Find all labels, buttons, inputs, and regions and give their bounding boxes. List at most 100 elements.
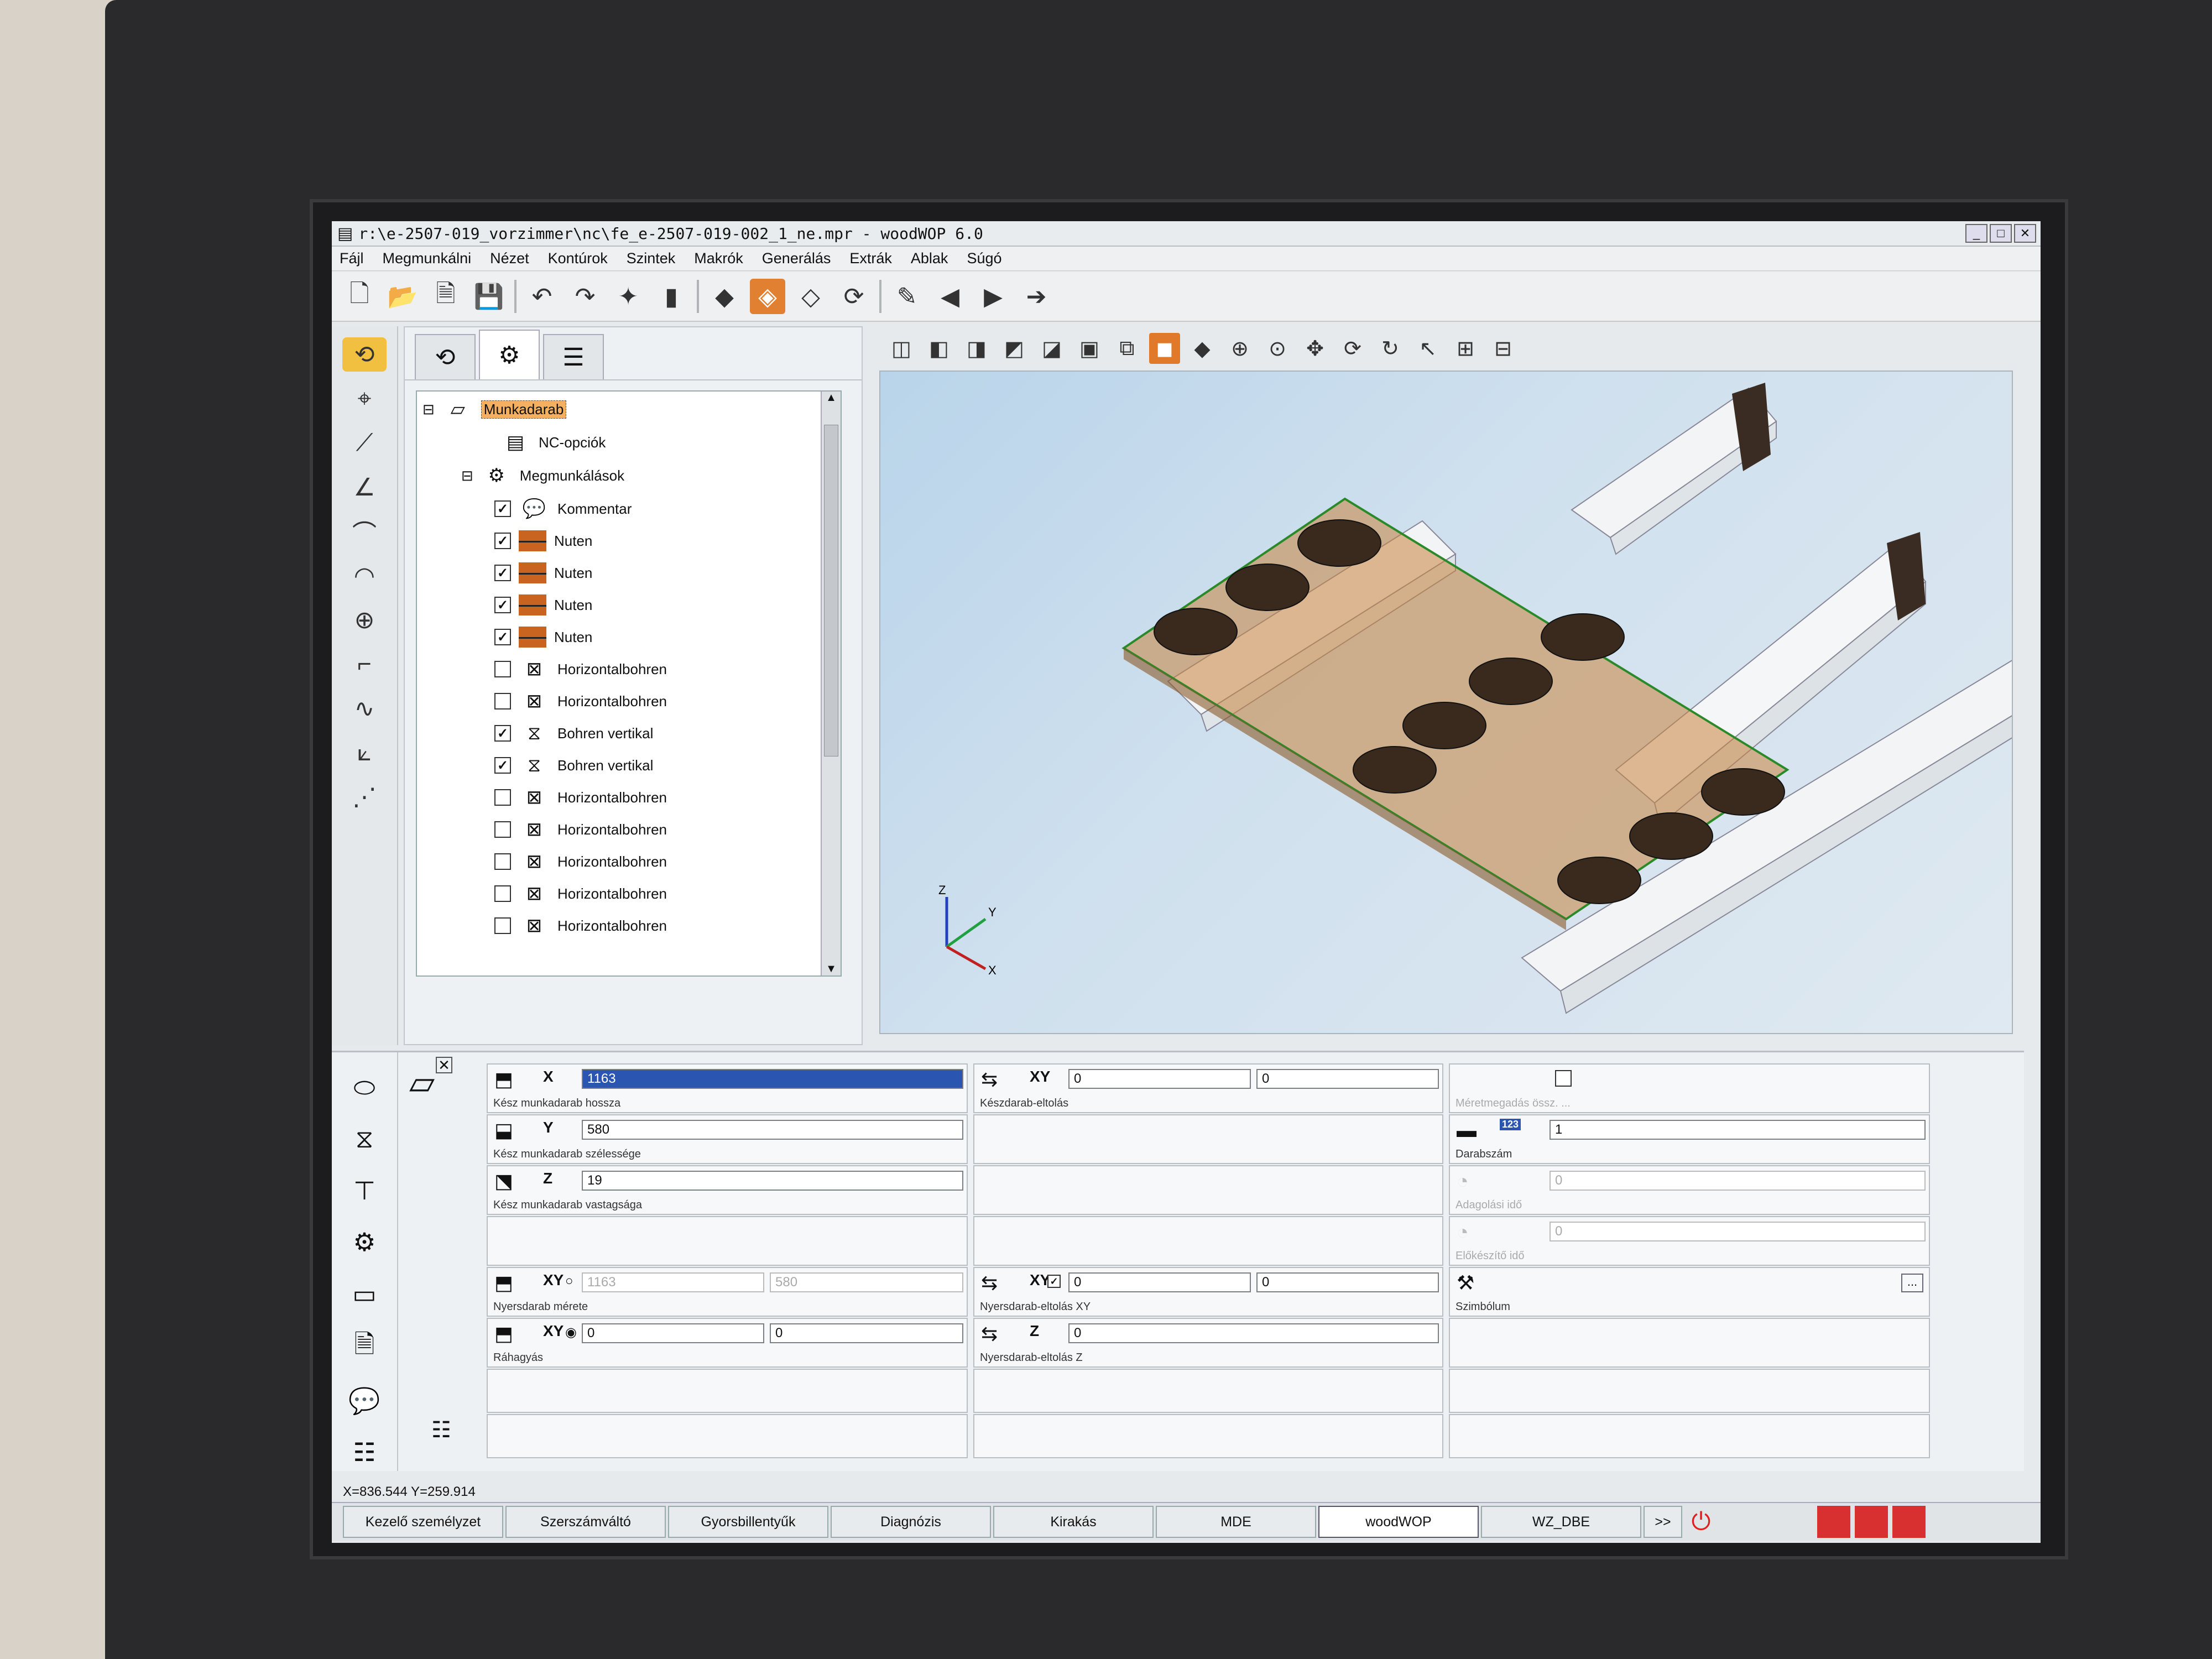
collapse-icon[interactable]: ⊟: [422, 401, 435, 418]
menu-help[interactable]: Súgó: [967, 250, 1001, 267]
menu-window[interactable]: Ablak: [911, 250, 948, 267]
raw-offset-z-input[interactable]: 0: [1068, 1323, 1439, 1343]
menu-levels[interactable]: Szintek: [627, 250, 676, 267]
tree-item-checkbox[interactable]: ✓: [494, 597, 511, 613]
scroll-thumb[interactable]: [824, 425, 838, 757]
tree-item-checkbox[interactable]: [494, 917, 511, 934]
tree-item[interactable]: ⊠ Horizontalbohren: [494, 782, 667, 813]
simulation-icon[interactable]: ⟳: [836, 279, 872, 314]
view-left-icon[interactable]: ◨: [961, 333, 992, 364]
rotate-icon[interactable]: ⟳: [1337, 333, 1368, 364]
new-file-icon[interactable]: 🗋: [342, 279, 377, 314]
new-operation-icon[interactable]: ✦: [611, 279, 646, 314]
point-icon[interactable]: ⌖: [342, 382, 387, 416]
arc-icon[interactable]: ⌒: [342, 514, 387, 549]
raw-size-x-input[interactable]: 1163: [582, 1272, 764, 1292]
tab-list[interactable]: ☰: [543, 334, 604, 379]
tree-item-checkbox[interactable]: [494, 821, 511, 838]
close-button[interactable]: ✕: [2014, 224, 2036, 243]
list-icon[interactable]: ☷: [342, 1434, 387, 1471]
forward-arrow-icon[interactable]: ➔: [1019, 279, 1054, 314]
arc-tangent-icon[interactable]: ◠: [342, 559, 387, 593]
menu-generate[interactable]: Generálás: [762, 250, 831, 267]
properties-close-icon[interactable]: ✕: [436, 1057, 452, 1073]
tree-item-checkbox[interactable]: [494, 661, 511, 677]
tree-item[interactable]: ⊠ Horizontalbohren: [494, 686, 667, 717]
pan-icon[interactable]: ✥: [1300, 333, 1331, 364]
arc-center-icon[interactable]: ⊕: [342, 603, 387, 637]
tab-operations[interactable]: ⚙: [479, 330, 540, 379]
task-unloading[interactable]: Kirakás: [993, 1506, 1154, 1538]
workpiece-icon[interactable]: ⬭: [342, 1069, 387, 1106]
edit-icon[interactable]: ✎: [889, 279, 925, 314]
view-bottom-icon[interactable]: ▣: [1074, 333, 1105, 364]
tree-item[interactable]: ⊠ Horizontalbohren: [494, 846, 667, 877]
measure-icon[interactable]: ⊞: [1450, 333, 1481, 364]
tree-item[interactable]: ✓ Nuten: [494, 557, 592, 588]
angle-line-icon[interactable]: ∠: [342, 470, 387, 504]
tree-nc-options[interactable]: ▤ NC-opciók: [500, 427, 606, 458]
tree-item[interactable]: ⊠ Horizontalbohren: [494, 878, 667, 909]
task-mde[interactable]: MDE: [1156, 1506, 1316, 1538]
clamp-icon[interactable]: ⊤: [342, 1172, 387, 1209]
tree-item-checkbox[interactable]: ✓: [494, 533, 511, 549]
shaded-view-icon[interactable]: ◈: [750, 279, 785, 314]
contour-select-icon[interactable]: ⟲: [342, 337, 387, 372]
raw-offset-x-input[interactable]: 0: [1068, 1272, 1251, 1292]
tree-item-checkbox[interactable]: [494, 693, 511, 709]
curve-icon[interactable]: ∿: [342, 691, 387, 726]
menu-macros[interactable]: Makrók: [694, 250, 743, 267]
count-input[interactable]: 1: [1550, 1120, 1926, 1140]
power-icon[interactable]: ⏻: [1684, 1506, 1718, 1538]
menu-contours[interactable]: Kontúrok: [548, 250, 608, 267]
tree-item-checkbox[interactable]: ✓: [494, 757, 511, 774]
menu-file[interactable]: Fájl: [340, 250, 364, 267]
tree-item-checkbox[interactable]: [494, 885, 511, 902]
save-icon[interactable]: 💾: [471, 279, 507, 314]
task-hotkeys[interactable]: Gyorsbillentyűk: [668, 1506, 828, 1538]
undo-icon[interactable]: ↶: [524, 279, 560, 314]
tree-operations[interactable]: ⊟ ⚙ Megmunkálások: [461, 460, 624, 491]
zoom-fit-icon[interactable]: ⊙: [1262, 333, 1293, 364]
tab-contours[interactable]: ⟲: [415, 334, 476, 379]
tree-item[interactable]: ✓ Nuten: [494, 589, 592, 620]
line-icon[interactable]: ⟋: [342, 426, 387, 460]
polyline-icon[interactable]: ⋰: [342, 780, 387, 814]
orbit-icon[interactable]: ↻: [1375, 333, 1406, 364]
3d-viewport[interactable]: Z Y X: [879, 371, 2013, 1034]
collapse-icon[interactable]: ⊟: [461, 467, 473, 484]
offset-x-input[interactable]: 0: [1068, 1069, 1251, 1089]
setup-time-input[interactable]: 0: [1550, 1222, 1926, 1241]
task-woodwop[interactable]: woodWOP: [1318, 1506, 1479, 1538]
thickness-input[interactable]: 19: [582, 1171, 963, 1191]
allowance-radio[interactable]: ◉: [565, 1324, 577, 1340]
view-3d-active-icon[interactable]: ◼: [1149, 333, 1180, 364]
close-file-icon[interactable]: 🗎: [428, 279, 463, 314]
task-operator[interactable]: Kezelő személyzet: [343, 1506, 503, 1538]
tree-item-checkbox[interactable]: ✓: [494, 725, 511, 742]
tree-item[interactable]: ✓ Nuten: [494, 622, 592, 653]
tree-item[interactable]: ✓ ⧖ Bohren vertikal: [494, 750, 653, 781]
task-wz-dbe[interactable]: WZ_DBE: [1481, 1506, 1641, 1538]
tree-scrollbar[interactable]: ▲ ▼: [821, 392, 841, 975]
offset-y-input[interactable]: 0: [1256, 1069, 1439, 1089]
task-tool-changer[interactable]: Szerszámváltó: [505, 1506, 666, 1538]
back-arrow-icon[interactable]: ◀: [932, 279, 968, 314]
raw-offset-y-input[interactable]: 0: [1256, 1272, 1439, 1292]
redo-icon[interactable]: ↷: [567, 279, 603, 314]
tool-icon[interactable]: ▮: [654, 279, 689, 314]
tree-item[interactable]: ✓ ⧖ Bohren vertikal: [494, 718, 653, 749]
length-input[interactable]: 1163: [582, 1069, 963, 1089]
tree-item-checkbox[interactable]: ✓: [494, 565, 511, 581]
tree-item-checkbox[interactable]: ✓: [494, 500, 511, 517]
open-folder-icon[interactable]: 📂: [385, 279, 420, 314]
view-3d-icon[interactable]: ◆: [1187, 333, 1218, 364]
view-front-icon[interactable]: ◫: [886, 333, 917, 364]
tree-item[interactable]: ⊠ Horizontalbohren: [494, 814, 667, 845]
tree-item[interactable]: ✓ 💬 Kommentar: [494, 493, 632, 524]
chamfer-icon[interactable]: ⟀: [342, 735, 387, 770]
tree-item-checkbox[interactable]: ✓: [494, 629, 511, 645]
tree-item-checkbox[interactable]: [494, 853, 511, 870]
frame-icon[interactable]: ▭: [342, 1275, 387, 1312]
layer-icon[interactable]: ⊟: [1488, 333, 1519, 364]
